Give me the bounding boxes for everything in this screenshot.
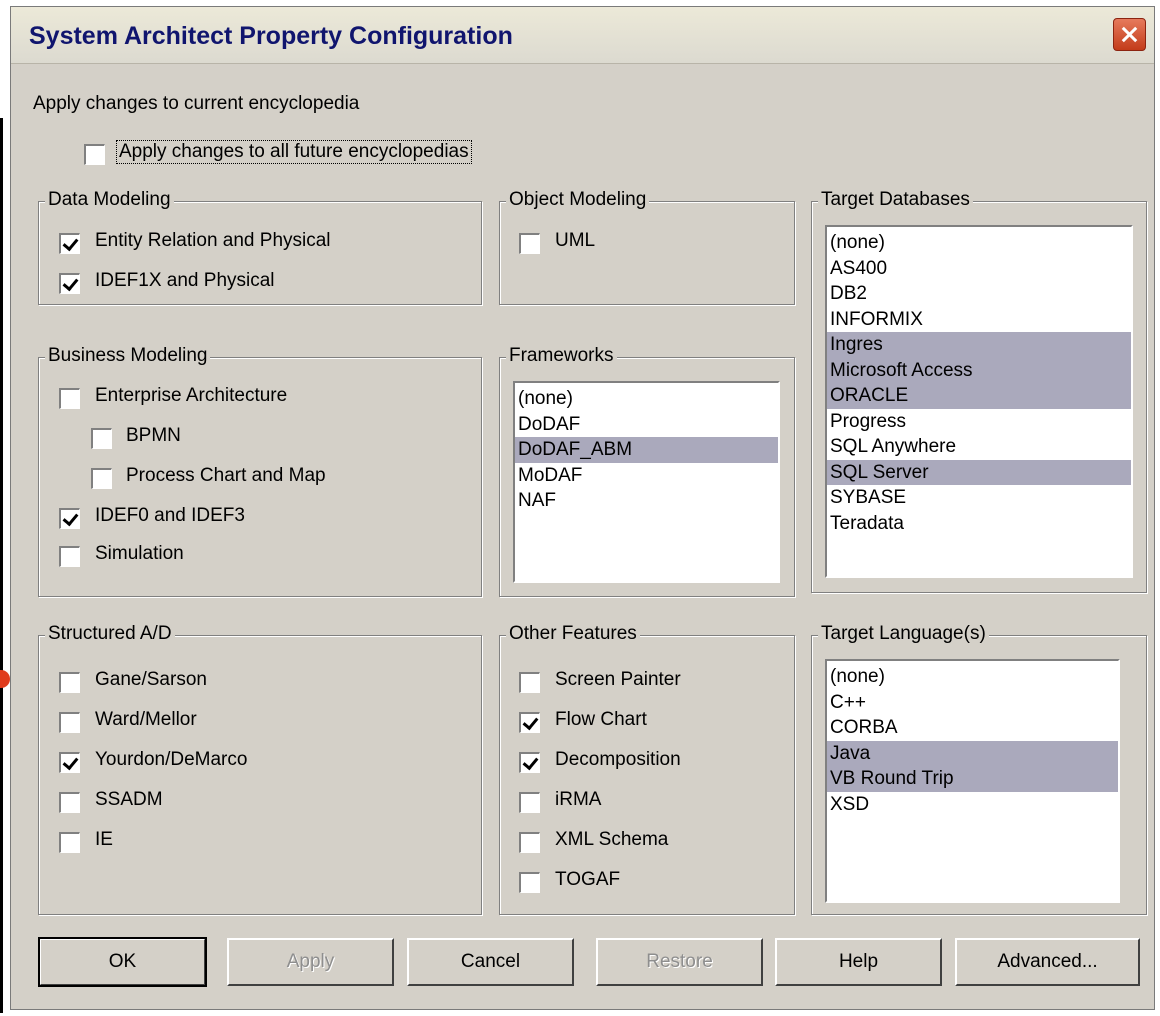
checkbox-flow-chart[interactable] — [519, 712, 540, 733]
label-gane-sarson[interactable]: Gane/Sarson — [95, 669, 207, 691]
checkbox-enterprise-architecture[interactable] — [59, 388, 80, 409]
checkbox-screen-painter[interactable] — [519, 672, 540, 693]
cancel-button[interactable]: Cancel — [407, 938, 574, 986]
list-option[interactable]: Teradata — [827, 511, 1131, 537]
label-idef0[interactable]: IDEF0 and IDEF3 — [95, 505, 245, 527]
label-enterprise-architecture[interactable]: Enterprise Architecture — [95, 385, 287, 407]
group-title: Frameworks — [506, 345, 617, 367]
list-option[interactable]: SQL Server — [827, 459, 1131, 485]
group-title: Structured A/D — [45, 623, 175, 645]
list-option[interactable]: NAF — [515, 488, 778, 514]
apply-button[interactable]: Apply — [227, 938, 394, 986]
label-idef1x[interactable]: IDEF1X and Physical — [95, 270, 275, 292]
checkbox-gane-sarson[interactable] — [59, 672, 80, 693]
label-irma[interactable]: iRMA — [555, 789, 601, 811]
checkbox-simulation[interactable] — [59, 546, 80, 567]
checkbox-entity-relation[interactable] — [59, 233, 80, 254]
group-title: Target Language(s) — [818, 623, 989, 645]
advanced-button[interactable]: Advanced... — [955, 938, 1140, 986]
list-option[interactable]: AS400 — [827, 256, 1131, 282]
checkbox-irma[interactable] — [519, 792, 540, 813]
label-ward-mellor[interactable]: Ward/Mellor — [95, 709, 197, 731]
list-option[interactable]: DoDAF — [515, 412, 778, 438]
label-flow-chart[interactable]: Flow Chart — [555, 709, 647, 731]
list-option[interactable]: CORBA — [827, 715, 1118, 741]
list-option[interactable]: SQL Anywhere — [827, 434, 1131, 460]
label-decomposition[interactable]: Decomposition — [555, 749, 681, 771]
list-option[interactable]: (none) — [827, 664, 1118, 690]
group-title: Target Databases — [818, 189, 973, 211]
apply-future-label[interactable]: Apply changes to all future encyclopedia… — [116, 140, 472, 164]
checkbox-uml[interactable] — [519, 233, 540, 254]
list-option[interactable]: MoDAF — [515, 463, 778, 489]
target-databases-list[interactable]: (none) AS400 DB2 INFORMIX Ingres Microsoft Ac… — [825, 225, 1133, 578]
label-togaf[interactable]: TOGAF — [555, 869, 620, 891]
checkbox-idef1x[interactable] — [59, 273, 80, 294]
label-xml-schema[interactable]: XML Schema — [555, 829, 668, 851]
checkbox-decomposition[interactable] — [519, 752, 540, 773]
label-entity-relation[interactable]: Entity Relation and Physical — [95, 230, 331, 252]
group-title: Other Features — [506, 623, 640, 645]
list-option[interactable]: Progress — [827, 409, 1131, 435]
checkbox-togaf[interactable] — [519, 872, 540, 893]
list-option[interactable]: Microsoft Access — [827, 357, 1131, 383]
list-option[interactable]: DoDAF_ABM — [515, 437, 778, 463]
group-object-modeling: Object Modeling — [499, 189, 795, 305]
list-option[interactable]: C++ — [827, 690, 1118, 716]
red-marker — [0, 670, 10, 688]
window-title: System Architect Property Configuration — [29, 22, 513, 50]
list-option[interactable]: XSD — [827, 792, 1118, 818]
label-process-chart[interactable]: Process Chart and Map — [126, 465, 326, 487]
help-button[interactable]: Help — [775, 938, 942, 986]
property-config-dialog: System Architect Property Configuration … — [10, 6, 1155, 1010]
group-title: Business Modeling — [45, 345, 211, 367]
list-option[interactable]: Ingres — [827, 332, 1131, 358]
list-option[interactable]: VB Round Trip — [827, 766, 1118, 792]
list-option[interactable]: (none) — [827, 230, 1131, 256]
checkbox-idef0[interactable] — [59, 508, 80, 529]
apply-future-checkbox[interactable] — [84, 144, 105, 165]
frameworks-list[interactable]: (none) DoDAF DoDAF_ABM MoDAF NAF — [513, 381, 780, 583]
checkbox-ssadm[interactable] — [59, 792, 80, 813]
group-title: Data Modeling — [45, 189, 174, 211]
label-uml[interactable]: UML — [555, 230, 595, 252]
left-edge-bar — [0, 118, 3, 1013]
list-option[interactable]: (none) — [515, 386, 778, 412]
list-option[interactable]: SYBASE — [827, 485, 1131, 511]
restore-button[interactable]: Restore — [596, 938, 763, 986]
group-title: Object Modeling — [506, 189, 650, 211]
checkbox-process-chart[interactable] — [91, 468, 112, 489]
checkbox-yourdon-demarco[interactable] — [59, 752, 80, 773]
ok-button[interactable]: OK — [38, 937, 207, 987]
list-option[interactable]: Java — [827, 740, 1118, 766]
list-option[interactable]: DB2 — [827, 281, 1131, 307]
apply-current-label: Apply changes to current encyclopedia — [33, 93, 360, 114]
label-yourdon-demarco[interactable]: Yourdon/DeMarco — [95, 749, 247, 771]
checkbox-ie[interactable] — [59, 832, 80, 853]
label-simulation[interactable]: Simulation — [95, 543, 184, 565]
checkbox-xml-schema[interactable] — [519, 832, 540, 853]
list-option[interactable]: ORACLE — [827, 383, 1131, 409]
checkbox-bpmn[interactable] — [91, 428, 112, 449]
title-bar[interactable]: System Architect Property Configuration — [11, 7, 1154, 64]
label-bpmn[interactable]: BPMN — [126, 425, 181, 447]
checkbox-ward-mellor[interactable] — [59, 712, 80, 733]
list-option[interactable]: INFORMIX — [827, 307, 1131, 333]
close-icon[interactable] — [1113, 18, 1146, 51]
label-ie[interactable]: IE — [95, 829, 113, 851]
label-screen-painter[interactable]: Screen Painter — [555, 669, 681, 691]
target-languages-list[interactable]: (none) C++ CORBA Java VB Round Trip XSD — [825, 659, 1120, 903]
label-ssadm[interactable]: SSADM — [95, 789, 163, 811]
